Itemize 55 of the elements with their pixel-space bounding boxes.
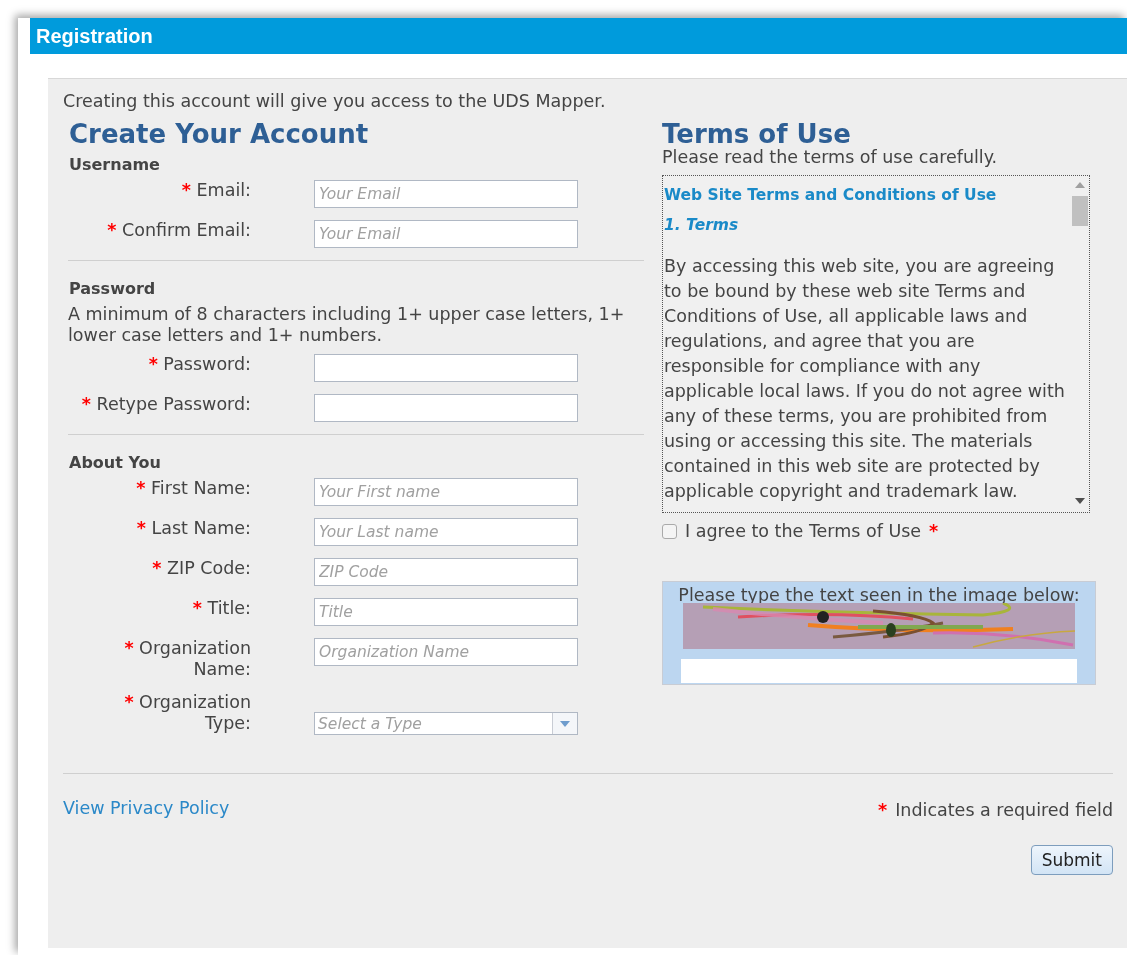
password-hint: A minimum of 8 characters including 1+ upper case letters, 1+ lower case letters and 1+ numbers. (68, 304, 626, 346)
scroll-up-icon[interactable] (1075, 182, 1085, 188)
terms-subtitle: Please read the terms of use carefully. (662, 147, 999, 167)
field-label: Organization Type: (139, 692, 251, 733)
intro-text: Creating this account will give you access to the UDS Mapper. (63, 91, 607, 111)
input-field[interactable]: Your First name (314, 478, 578, 506)
captcha-input[interactable] (681, 659, 1077, 683)
input-field[interactable]: Organization Name (314, 638, 578, 666)
scroll-down-icon[interactable] (1075, 498, 1085, 504)
field-label: Last Name: (151, 518, 251, 538)
required-mark: * (124, 638, 134, 658)
privacy-policy-link[interactable]: View Privacy Policy (63, 798, 230, 818)
scrollbar-thumb[interactable] (1072, 196, 1088, 226)
agree-checkbox[interactable] (662, 523, 677, 539)
group-title: Username (69, 155, 161, 174)
input-field[interactable]: Your Email (314, 180, 578, 208)
terms-title: Web Site Terms and Conditions of Use (664, 186, 998, 204)
field-label: First Name: (151, 478, 251, 498)
field-label: ZIP Code: (167, 558, 251, 578)
section-heading: Create Your Account (69, 118, 370, 151)
group-title: Password (69, 279, 157, 298)
required-mark: * (81, 394, 91, 414)
required-mark: * (192, 598, 202, 618)
group-title: About You (69, 453, 162, 472)
required-mark: * (929, 521, 939, 541)
input-field[interactable]: ZIP Code (314, 558, 578, 586)
caret-icon (560, 720, 570, 727)
required-mark: * (124, 692, 134, 712)
required-mark: * (107, 220, 117, 240)
input-field[interactable]: Title (314, 598, 578, 626)
input-field[interactable]: Your Email (314, 220, 578, 248)
captcha-prompt: Please type the text seen in the image below: (678, 585, 1080, 605)
required-mark: * (148, 354, 158, 374)
required-mark: * (181, 180, 191, 200)
password-field[interactable] (314, 394, 578, 422)
input-field[interactable]: Your Last name (314, 518, 578, 546)
terms-section-title: 1. Terms (664, 216, 740, 234)
submit-button[interactable]: Submit (1030, 845, 1113, 875)
required-mark: * (136, 478, 146, 498)
field-label: Password: (163, 354, 251, 374)
required-mark: * (878, 800, 888, 820)
section-heading: Terms of Use (662, 118, 852, 149)
type-dropdown[interactable]: Select a Type (314, 712, 578, 735)
terms-paragraph: By accessing this web site, you are agreeing to be bound by these web site Terms and Conditions of Use, all applicable laws and regulations, and agree that you are responsible for compliance with any applicable local laws. If you do not agree with any of these terms, you are prohibited from using or accessing this site. The materials contained in this web site are protected by applicable copyright and trademark law. (664, 255, 1066, 503)
password-field[interactable] (314, 354, 578, 382)
agree-label: I agree to the Terms of Use (685, 521, 922, 541)
required-mark: * (152, 558, 162, 578)
field-label: Retype Password: (96, 394, 251, 414)
field-label: Email: (196, 180, 251, 200)
field-label: Confirm Email: (122, 220, 251, 240)
required-mark: * (136, 518, 146, 538)
window-title: Registration (36, 24, 153, 48)
field-label: Organization Name: (139, 638, 251, 679)
required-note: Indicates a required field (895, 800, 1113, 820)
field-label: Title: (207, 598, 251, 618)
